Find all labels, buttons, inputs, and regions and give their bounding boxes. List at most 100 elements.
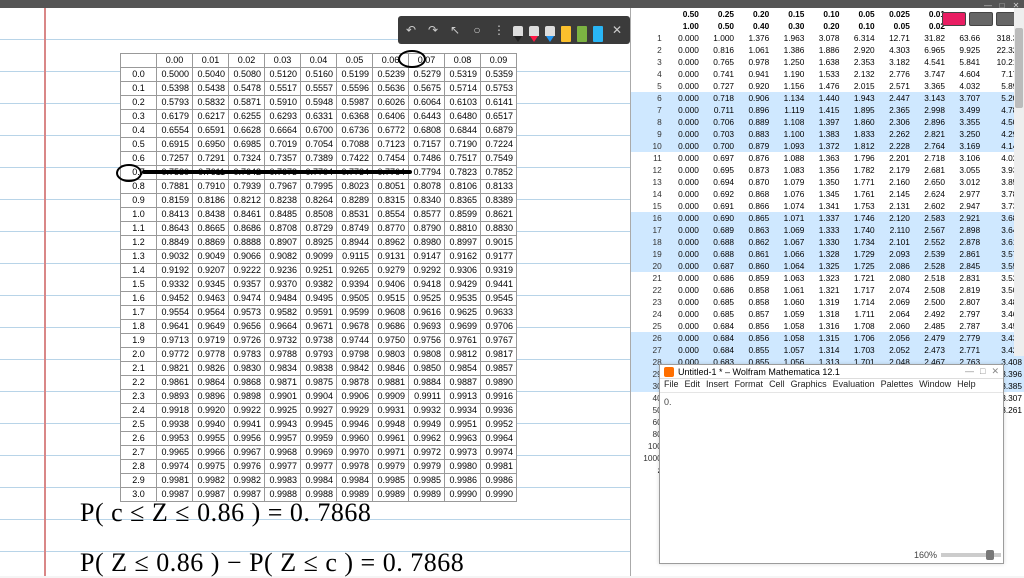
- r-cell: 1.943: [842, 92, 877, 104]
- menu-item-help[interactable]: Help: [957, 379, 976, 392]
- dropdown-button-1[interactable]: [969, 12, 993, 26]
- z-cell: 0.9864: [193, 376, 229, 390]
- r-hdr1: 0.15: [771, 8, 806, 20]
- minimize-button[interactable]: —: [982, 1, 994, 7]
- z-col-header: 0.09: [481, 54, 517, 68]
- math-close[interactable]: ✕: [991, 366, 999, 377]
- r-cell: 1.714: [842, 296, 877, 308]
- z-cell: 0.9625: [445, 306, 481, 320]
- highlighter-blue[interactable]: [593, 22, 603, 42]
- z-cell: 0.9936: [481, 404, 517, 418]
- r-cell: 2.624: [912, 188, 947, 200]
- r-cell: 1.318: [806, 308, 841, 320]
- menu-item-graphics[interactable]: Graphics: [791, 379, 827, 392]
- pen-blue[interactable]: [545, 22, 555, 42]
- z-cell: 0.9798: [337, 348, 373, 362]
- pointer-tool[interactable]: ↖: [447, 22, 463, 38]
- vertical-scrollbar[interactable]: [1014, 8, 1024, 356]
- redo-button[interactable]: ↷: [425, 22, 441, 38]
- z-row-header: 0.5: [121, 138, 157, 152]
- z-cell: 0.8212: [229, 194, 265, 208]
- highlighter-green[interactable]: [577, 22, 587, 42]
- z-cell: 0.9484: [265, 292, 301, 306]
- drawing-canvas[interactable]: 0.000.010.020.030.040.050.060.070.080.09…: [0, 8, 635, 576]
- menu-item-file[interactable]: File: [664, 379, 679, 392]
- lasso-tool[interactable]: ○: [469, 22, 485, 38]
- z-row-header: 2.7: [121, 446, 157, 460]
- menu-item-insert[interactable]: Insert: [706, 379, 729, 392]
- z-cell: 0.5398: [157, 82, 193, 96]
- z-cell: 0.9978: [337, 460, 373, 474]
- color-swatch-button[interactable]: [942, 12, 966, 26]
- r-cell: 1.771: [842, 176, 877, 188]
- undo-button[interactable]: ↶: [403, 22, 419, 38]
- z-row-header: 0.4: [121, 124, 157, 138]
- r-cell: 2.650: [912, 176, 947, 188]
- z-cell: 0.9976: [229, 460, 265, 474]
- mathematica-window[interactable]: Untitled-1 * – Wolfram Mathematica 12.1 …: [659, 364, 1004, 564]
- menu-item-palettes[interactable]: Palettes: [881, 379, 914, 392]
- z-cell: 0.9649: [193, 320, 229, 334]
- menu-item-evaluation[interactable]: Evaluation: [833, 379, 875, 392]
- z-cell: 0.9554: [157, 306, 193, 320]
- close-toolbar-button[interactable]: ✕: [609, 22, 625, 38]
- r-cell: 0.000: [666, 80, 701, 92]
- r-cell: 1.088: [771, 152, 806, 164]
- z-cell: 0.9826: [193, 362, 229, 376]
- z-cell: 0.9975: [193, 460, 229, 474]
- highlighter-yellow[interactable]: [561, 22, 571, 42]
- mathematica-title-text: Untitled-1 * – Wolfram Mathematica 12.1: [678, 367, 840, 377]
- r-cell: 1.083: [771, 164, 806, 176]
- r-cell: 1.376: [736, 32, 771, 44]
- r-cell: 0.000: [666, 56, 701, 68]
- right-data-pane: 0.500.250.200.150.100.050.0250.011.000.5…: [630, 8, 1024, 576]
- z-col-header: 0.00: [157, 54, 193, 68]
- r-cell: 1.717: [842, 284, 877, 296]
- z-cell: 0.9066: [229, 250, 265, 264]
- pen-red[interactable]: [529, 22, 539, 42]
- r-row-index: 11: [631, 152, 666, 164]
- z-row-header: 1.3: [121, 250, 157, 264]
- menu-item-window[interactable]: Window: [919, 379, 951, 392]
- z-cell: 0.9732: [265, 334, 301, 348]
- mathematica-titlebar[interactable]: Untitled-1 * – Wolfram Mathematica 12.1 …: [660, 365, 1003, 379]
- r-row-index: 17: [631, 224, 666, 236]
- z-cell: 0.9641: [157, 320, 193, 334]
- maximize-button[interactable]: □: [996, 1, 1008, 7]
- r-cell: 4.541: [912, 56, 947, 68]
- z-cell: 0.9857: [481, 362, 517, 376]
- z-cell: 0.9738: [301, 334, 337, 348]
- math-minimize[interactable]: —: [965, 366, 974, 377]
- close-button[interactable]: ✕: [1010, 1, 1022, 7]
- z-cell: 0.9756: [409, 334, 445, 348]
- z-cell: 0.5675: [409, 82, 445, 96]
- r-cell: 0.692: [701, 188, 736, 200]
- r-cell: 1.638: [806, 56, 841, 68]
- z-cell: 0.9678: [337, 320, 373, 334]
- z-col-header: 0.01: [193, 54, 229, 68]
- z-cell: 0.6255: [229, 110, 265, 124]
- z-row-header: 2.5: [121, 418, 157, 432]
- r-cell: 2.528: [912, 260, 947, 272]
- z-cell: 0.9965: [157, 446, 193, 460]
- z-cell: 0.9846: [373, 362, 409, 376]
- z-cell: 0.8315: [373, 194, 409, 208]
- zoom-slider[interactable]: [941, 553, 1001, 557]
- r-cell: 0.000: [666, 140, 701, 152]
- r-cell: 9.925: [947, 44, 982, 56]
- scrollbar-thumb[interactable]: [1015, 28, 1023, 108]
- r-cell: 1.064: [771, 260, 806, 272]
- r-cell: 2.262: [877, 128, 912, 140]
- menu-item-format[interactable]: Format: [735, 379, 764, 392]
- pen-black[interactable]: [513, 22, 523, 42]
- menu-item-edit[interactable]: Edit: [685, 379, 701, 392]
- z-cell: 0.8508: [301, 208, 337, 222]
- menu-item-cell[interactable]: Cell: [769, 379, 785, 392]
- mathematica-notebook[interactable]: 0.: [660, 393, 1003, 411]
- z-row-header: 1.5: [121, 278, 157, 292]
- math-maximize[interactable]: □: [980, 366, 985, 377]
- z-cell: 0.9162: [445, 250, 481, 264]
- z-cell: 0.6179: [157, 110, 193, 124]
- more-tools[interactable]: ⋮: [491, 22, 507, 38]
- r-row-index: 26: [631, 332, 666, 344]
